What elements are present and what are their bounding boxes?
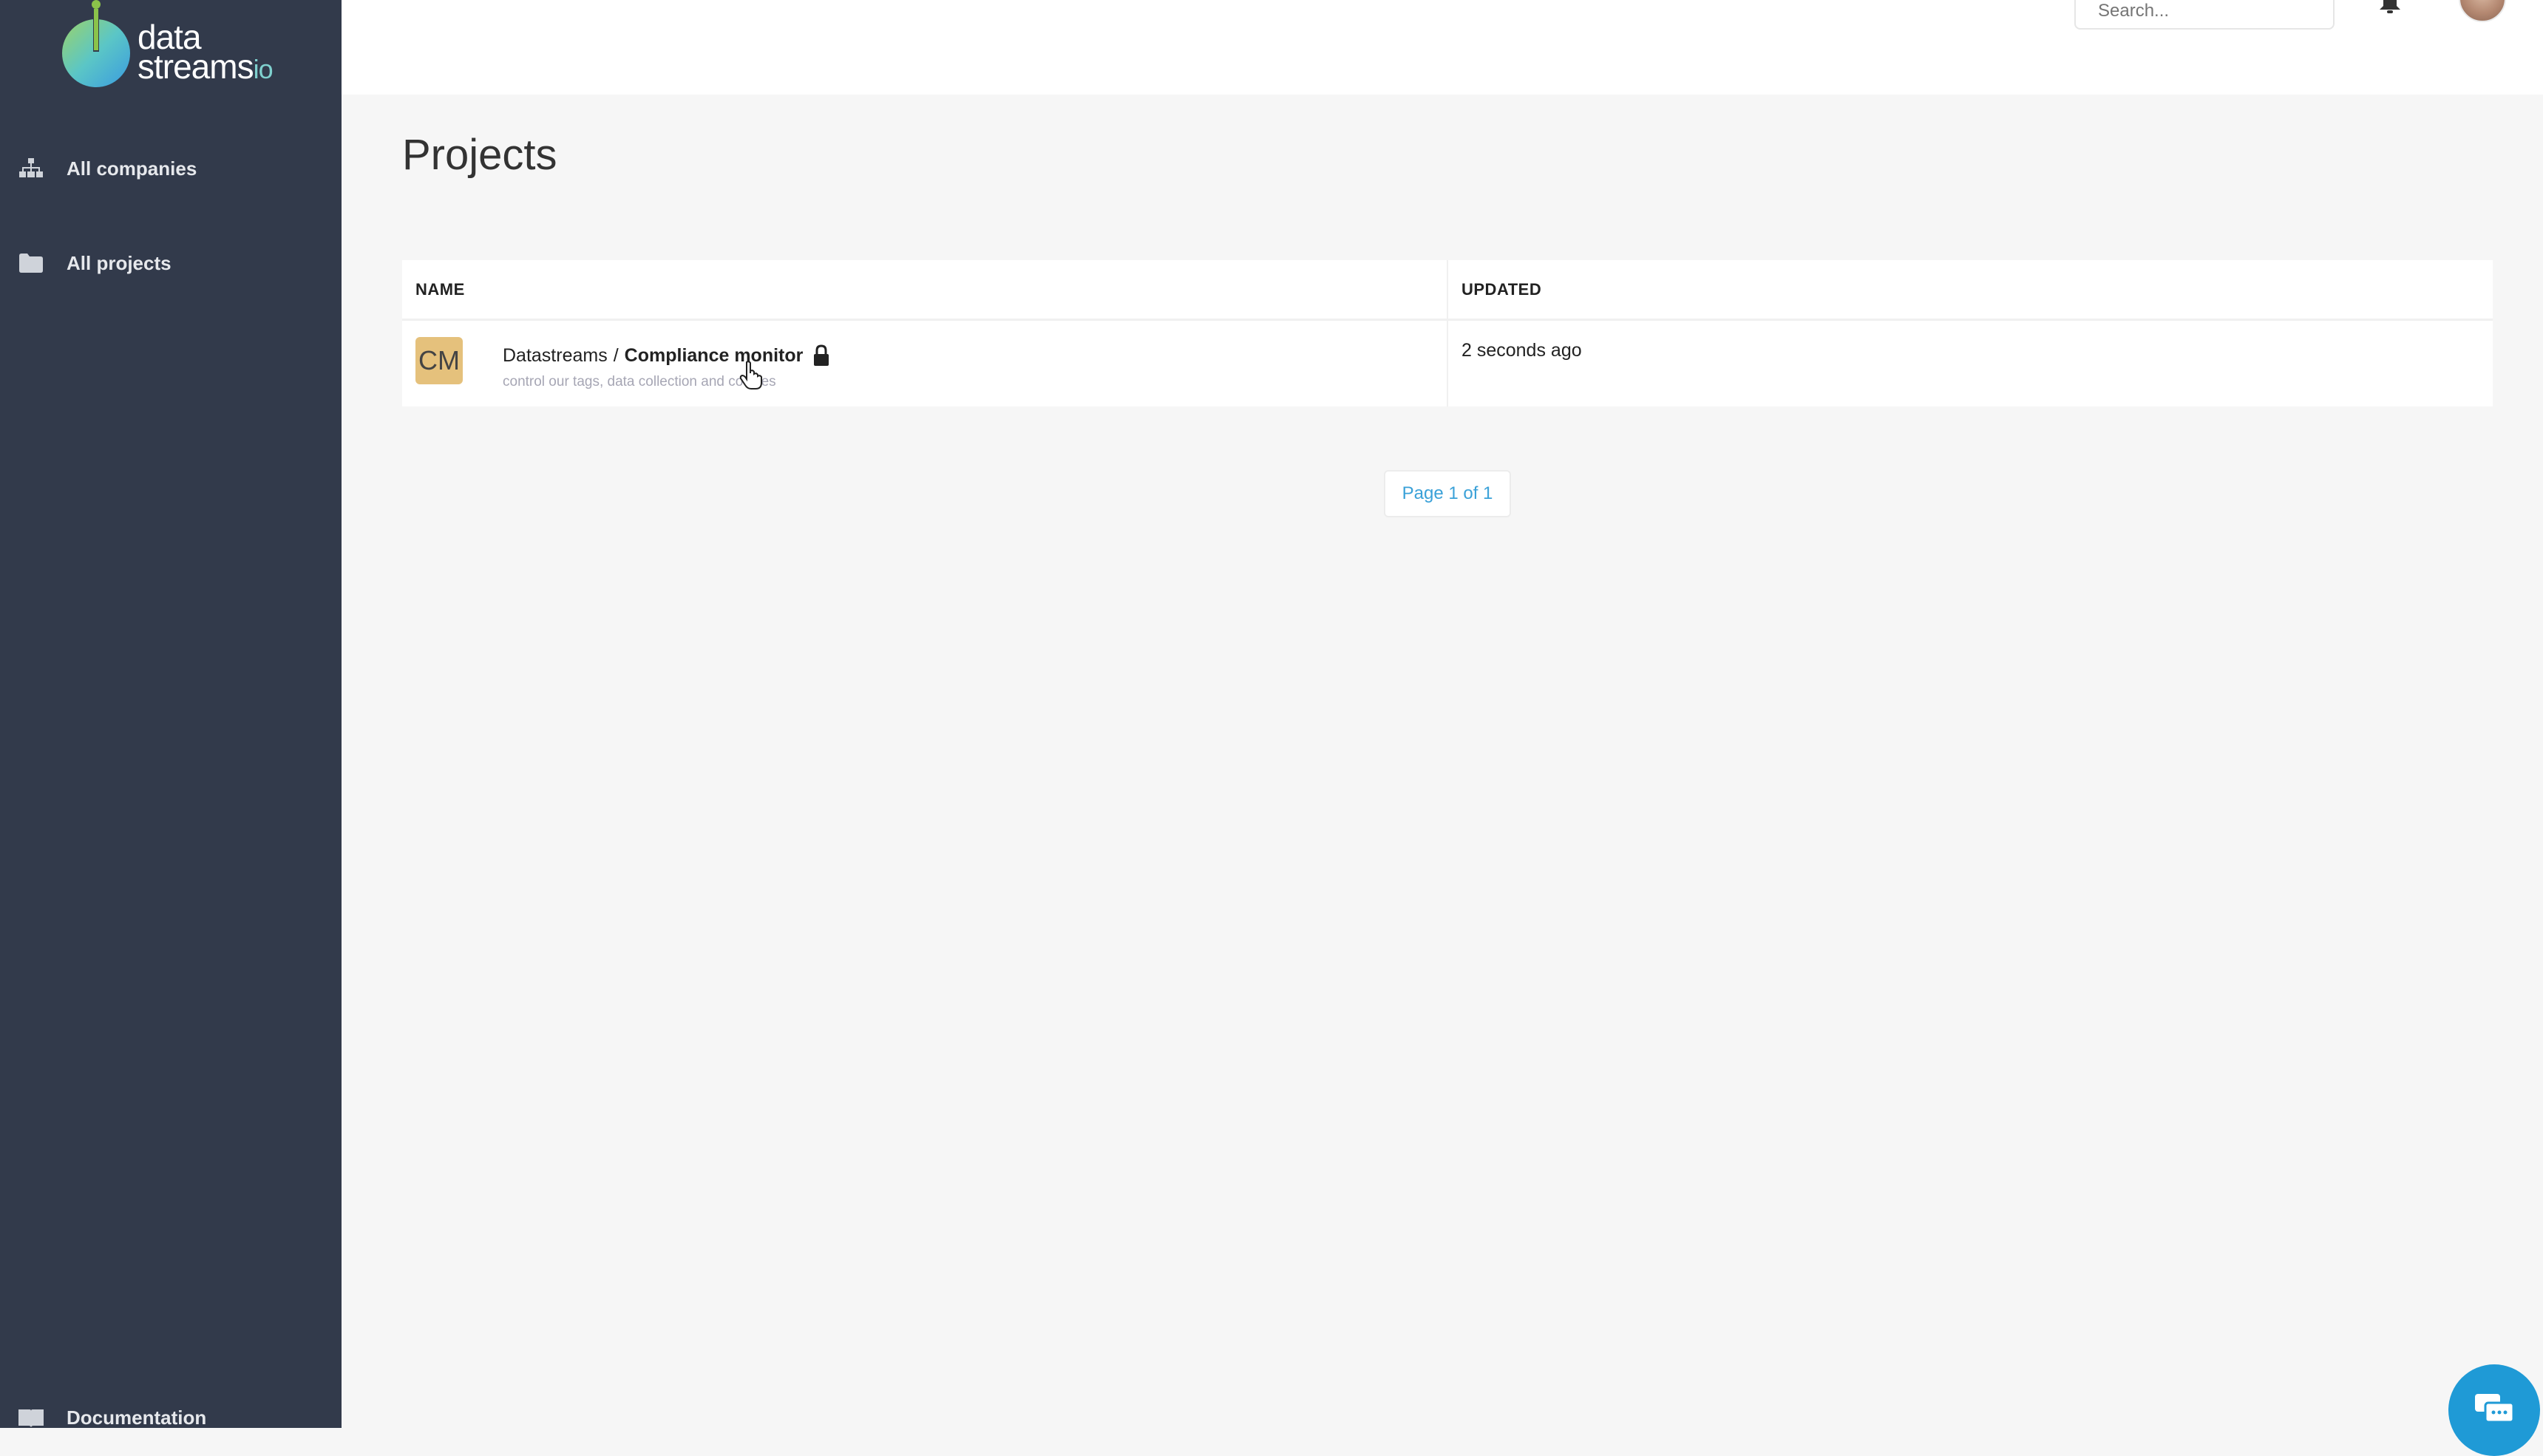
table-row[interactable]: CM Datastreams / Compliance monitor cont… <box>402 321 2493 406</box>
sidebar-item-label: Documentation <box>67 1406 207 1429</box>
column-header-updated[interactable]: UPDATED <box>1447 260 2493 319</box>
book-icon <box>18 1404 44 1431</box>
bell-icon[interactable] <box>2379 0 2401 15</box>
hand-pointer-icon <box>739 361 766 390</box>
table-header: NAME UPDATED <box>402 260 2493 321</box>
project-updated-cell: 2 seconds ago <box>1447 321 2493 406</box>
project-title: Datastreams / Compliance monitor <box>503 344 829 367</box>
project-separator: / <box>613 344 619 366</box>
sidebar-item-all-companies[interactable]: All companies <box>0 139 342 198</box>
datastreams-logo[interactable]: data streamsio <box>61 0 282 96</box>
project-company[interactable]: Datastreams <box>503 345 608 367</box>
page-title: Projects <box>402 131 557 179</box>
sidebar-item-documentation[interactable]: Documentation <box>0 1388 342 1447</box>
folder-icon <box>18 250 44 276</box>
sidebar-item-all-projects[interactable]: All projects <box>0 234 342 293</box>
project-updated-time: 2 seconds ago <box>1461 340 1582 361</box>
sidebar-item-label: All projects <box>67 251 172 274</box>
sidebar-item-label: All companies <box>67 157 197 180</box>
logo-mark-icon <box>62 0 130 87</box>
project-name-link[interactable]: Compliance monitor <box>625 345 804 367</box>
lock-icon <box>813 344 829 367</box>
sitemap-icon <box>18 155 44 182</box>
logo-wordmark: data streamsio <box>137 20 274 86</box>
project-badge: CM <box>415 337 463 384</box>
chat-icon <box>2475 1394 2515 1423</box>
search-input[interactable] <box>2074 0 2335 30</box>
project-description: control our tags, data collection and co… <box>503 374 776 389</box>
pagination-indicator[interactable]: Page 1 of 1 <box>1384 470 1511 517</box>
project-name-cell: CM Datastreams / Compliance monitor cont… <box>402 321 1447 406</box>
column-header-name[interactable]: NAME <box>402 260 1447 319</box>
chat-button[interactable] <box>2448 1364 2540 1456</box>
logo-suffix: io <box>253 54 274 84</box>
logo-line-2: streams <box>137 47 254 86</box>
projects-table: NAME UPDATED CM Datastreams / Compliance… <box>402 260 2493 406</box>
sidebar: data streamsio All companies All project… <box>0 0 342 1429</box>
